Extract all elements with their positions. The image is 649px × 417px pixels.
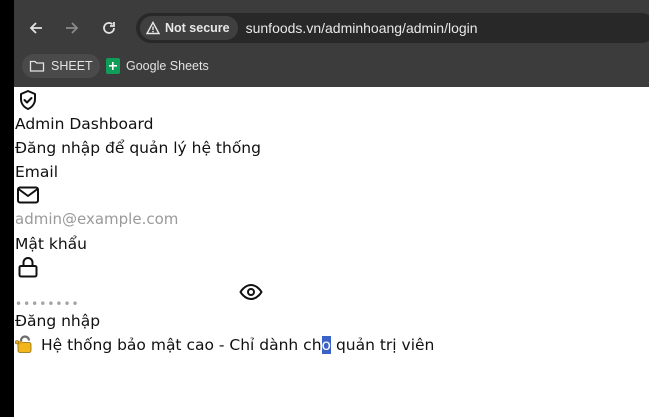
security-footer: Hệ thống bảo mật cao - Chỉ dành cho quản…	[14, 333, 435, 357]
footer-text-start: Hệ thống bảo mật cao - Chỉ dành ch	[41, 336, 322, 354]
lock-key-emoji	[14, 334, 35, 354]
forward-arrow-icon	[66, 22, 79, 34]
reload-button[interactable]	[95, 14, 123, 42]
reload-icon	[103, 22, 115, 34]
bookmarks-bar: SHEET Google Sheets	[14, 50, 649, 82]
mail-icon	[16, 183, 40, 207]
eye-icon	[239, 284, 263, 300]
url-text[interactable]: sunfoods.vn/adminhoang/admin/login	[246, 20, 478, 36]
forward-button[interactable]	[58, 14, 86, 42]
browser-toolbar: Not secure sunfoods.vn/adminhoang/admin/…	[14, 6, 649, 50]
google-sheets-icon	[106, 58, 120, 74]
bookmark-folder-sheet[interactable]: SHEET	[22, 54, 100, 78]
warning-icon	[146, 21, 160, 35]
address-bar[interactable]: Not secure sunfoods.vn/adminhoang/admin/…	[136, 13, 649, 43]
password-label: Mật khẩu	[15, 235, 87, 253]
page-subtitle: Đăng nhập để quản lý hệ thống	[15, 139, 261, 157]
lock-icon	[16, 255, 40, 279]
window-edge	[0, 0, 14, 417]
browser-chrome: Not secure sunfoods.vn/adminhoang/admin/…	[14, 0, 649, 87]
footer-text-end: quản trị viên	[331, 336, 435, 354]
security-indicator[interactable]: Not secure	[140, 16, 238, 40]
back-arrow-icon	[29, 22, 42, 34]
back-button[interactable]	[22, 14, 50, 42]
bookmark-label: Google Sheets	[126, 59, 209, 73]
login-page: Admin Dashboard Đăng nhập để quản lý hệ …	[14, 87, 649, 417]
bookmark-google-sheets[interactable]: Google Sheets	[102, 54, 213, 78]
email-label: Email	[15, 163, 59, 181]
page-title: Admin Dashboard	[15, 115, 154, 133]
login-button[interactable]: Đăng nhập	[15, 309, 100, 333]
email-field[interactable]	[15, 208, 237, 230]
folder-icon	[29, 60, 45, 72]
shield-check-icon	[16, 88, 40, 112]
toggle-password-button[interactable]	[239, 280, 263, 304]
security-label: Not secure	[165, 21, 230, 35]
bookmark-label: SHEET	[51, 59, 93, 73]
selected-text: o	[321, 336, 332, 354]
